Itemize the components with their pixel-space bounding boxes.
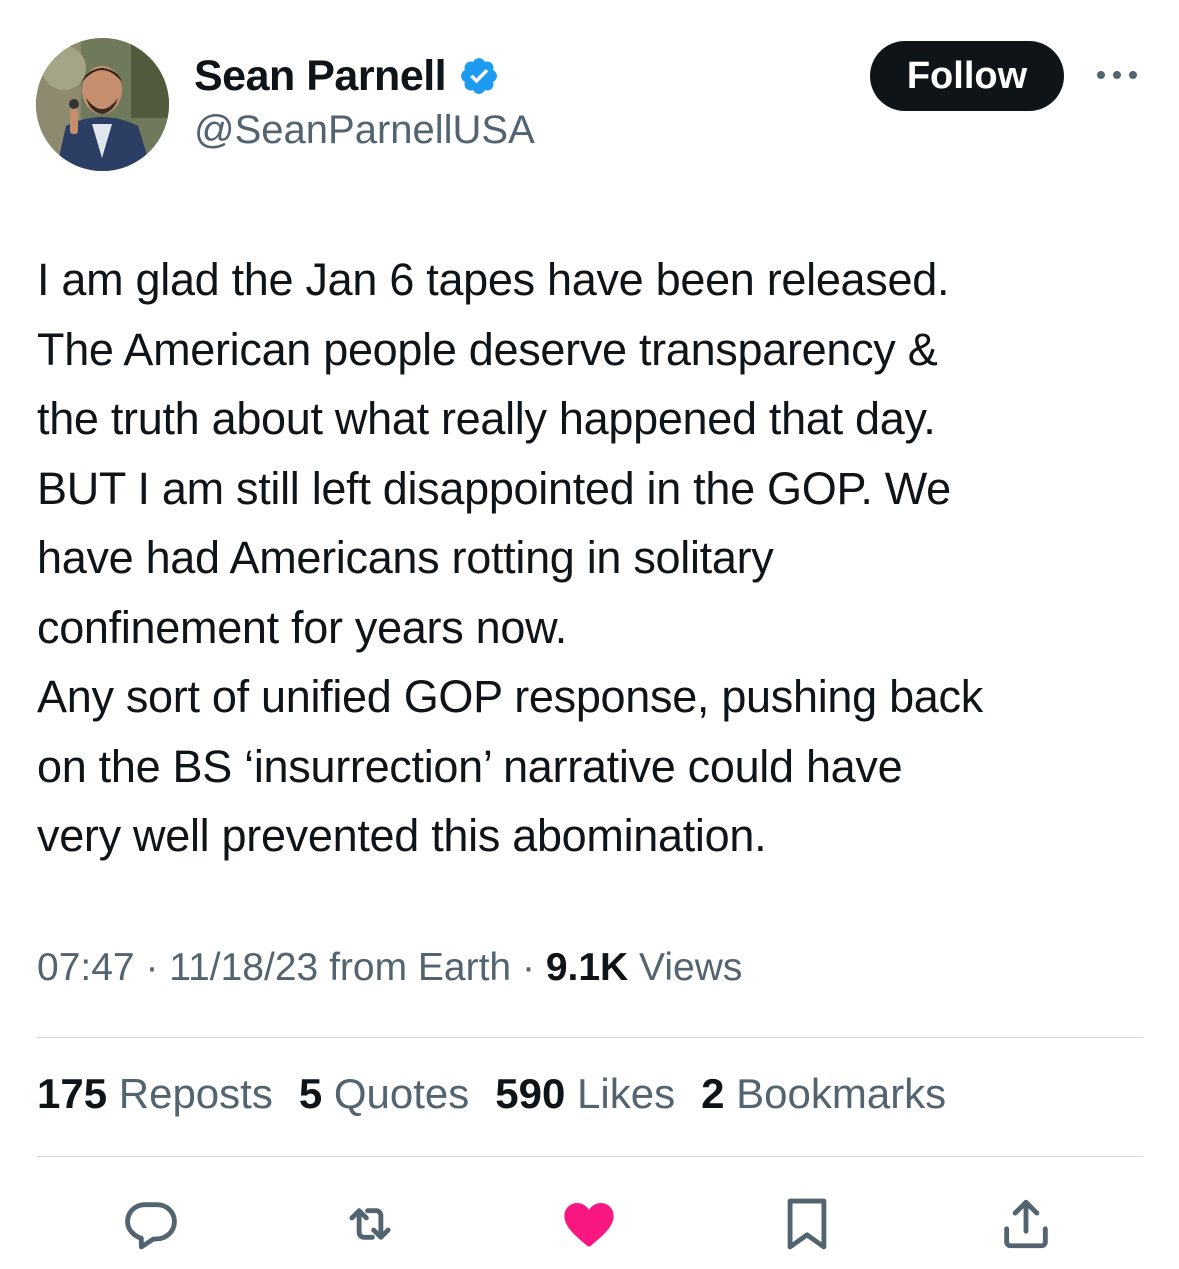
tweet-source: from Earth: [329, 946, 512, 989]
reply-icon: [125, 1202, 177, 1250]
reply-button[interactable]: [122, 1195, 180, 1253]
avatar[interactable]: [36, 38, 169, 171]
reposts-stat[interactable]: 175 Reposts: [37, 1070, 273, 1118]
meta-separator: ·: [145, 946, 159, 989]
reposts-label: Reposts: [118, 1070, 273, 1117]
user-handle[interactable]: @SeanParnellUSA: [194, 108, 535, 153]
display-name[interactable]: Sean Parnell: [194, 52, 447, 101]
bookmark-button[interactable]: [778, 1195, 836, 1253]
reposts-count: 175: [37, 1070, 108, 1117]
meta-separator: ·: [521, 946, 535, 989]
tweet-meta: 07:47 · 11/18/23 from Earth · 9.1K Views: [37, 946, 742, 990]
share-icon: [1004, 1199, 1048, 1249]
tweet-time[interactable]: 07:47: [37, 946, 135, 989]
quotes-stat[interactable]: 5 Quotes: [299, 1070, 469, 1118]
share-button[interactable]: [997, 1195, 1055, 1253]
bookmarks-label: Bookmarks: [736, 1070, 947, 1117]
follow-button[interactable]: Follow: [870, 41, 1064, 111]
tweet-date[interactable]: 11/18/23: [169, 946, 318, 989]
bookmarks-count: 2: [701, 1070, 725, 1117]
bookmarks-stat[interactable]: 2 Bookmarks: [701, 1070, 946, 1118]
quotes-label: Quotes: [333, 1070, 470, 1117]
repost-button[interactable]: [341, 1195, 399, 1253]
views-label: Views: [639, 946, 743, 989]
bookmark-icon: [787, 1198, 827, 1250]
quotes-count: 5: [298, 1070, 323, 1117]
more-options-icon[interactable]: [1094, 62, 1140, 88]
author-name-row: Sean Parnell: [194, 50, 500, 102]
likes-stat[interactable]: 590 Likes: [495, 1070, 675, 1118]
like-button[interactable]: [560, 1195, 618, 1253]
divider: [37, 1156, 1143, 1157]
views-count: 9.1K: [545, 946, 629, 989]
tweet-text: I am glad the Jan 6 tapes have been rele…: [37, 254, 983, 861]
verified-badge-icon[interactable]: [458, 55, 500, 97]
divider: [37, 1037, 1143, 1038]
repost-icon: [349, 1208, 391, 1240]
likes-label: Likes: [577, 1070, 676, 1117]
avatar-image: [36, 38, 169, 171]
heart-filled-icon: [564, 1202, 614, 1247]
likes-count: 590: [495, 1070, 566, 1117]
engagement-stats: 175 Reposts 5 Quotes 590 Likes 2 Bookmar…: [37, 1070, 972, 1118]
